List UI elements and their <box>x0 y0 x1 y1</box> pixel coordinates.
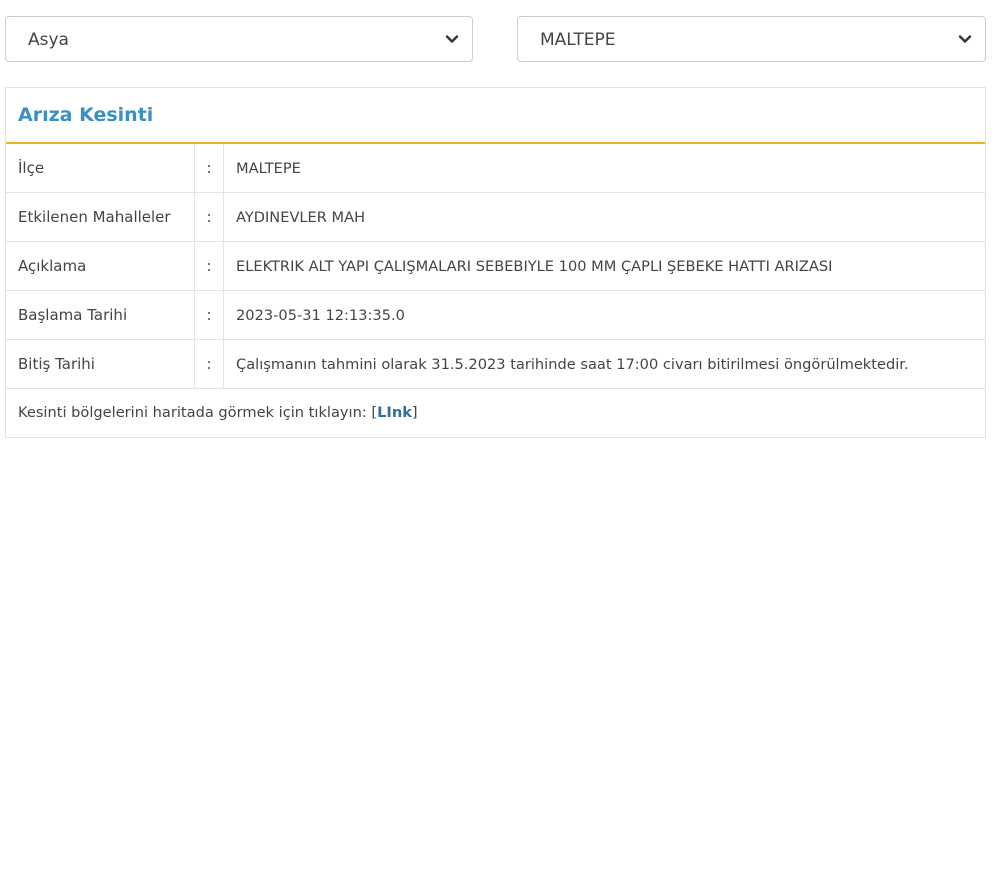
district-select-value: MALTEPE <box>540 30 616 50</box>
table-row-district: İlçe : MALTEPE <box>6 144 985 193</box>
row-label: İlçe <box>6 144 195 193</box>
row-value: 2023-05-31 12:13:35.0 <box>223 290 985 340</box>
region-select[interactable]: Asya <box>5 16 473 62</box>
table-row-neighborhoods: Etkilenen Mahalleler : AYDINEVLER MAH <box>6 192 985 242</box>
row-label: Başlama Tarihi <box>6 290 195 340</box>
chevron-down-icon <box>445 35 459 43</box>
outage-panel: Arıza Kesinti İlçe : MALTEPE Etkilenen M… <box>5 87 986 438</box>
bracket-close: ] <box>411 404 418 421</box>
chevron-down-icon <box>958 35 972 43</box>
row-label: Açıklama <box>6 241 195 291</box>
panel-header: Arıza Kesinti <box>6 88 985 144</box>
row-separator: : <box>194 192 224 242</box>
row-separator: : <box>194 144 224 193</box>
table-row-description: Açıklama : ELEKTRIK ALT YAPI ÇALIŞMALARI… <box>6 241 985 291</box>
row-separator: : <box>194 241 224 291</box>
map-link-row: Kesinti bölgelerini haritada görmek için… <box>6 389 985 437</box>
district-select[interactable]: MALTEPE <box>517 16 986 62</box>
row-value: MALTEPE <box>223 144 985 193</box>
table-row-start-date: Başlama Tarihi : 2023-05-31 12:13:35.0 <box>6 290 985 340</box>
region-select-value: Asya <box>28 30 69 50</box>
map-link-text: Kesinti bölgelerini haritada görmek için… <box>18 404 372 421</box>
row-value: AYDINEVLER MAH <box>223 192 985 242</box>
row-separator: : <box>194 290 224 340</box>
filter-bar: Asya MALTEPE <box>5 16 986 64</box>
row-value: ELEKTRIK ALT YAPI ÇALIŞMALARI SEBEBIYLE … <box>223 241 985 291</box>
row-value: Çalışmanın tahmini olarak 31.5.2023 tari… <box>223 339 985 389</box>
row-separator: : <box>194 339 224 389</box>
row-label: Bitiş Tarihi <box>6 339 195 389</box>
outage-details-table: İlçe : MALTEPE Etkilenen Mahalleler : AY… <box>6 144 985 389</box>
map-link[interactable]: LInk <box>377 404 412 421</box>
panel-title: Arıza Kesinti <box>18 104 154 126</box>
table-row-end-date: Bitiş Tarihi : Çalışmanın tahmini olarak… <box>6 339 985 389</box>
row-label: Etkilenen Mahalleler <box>6 192 195 242</box>
